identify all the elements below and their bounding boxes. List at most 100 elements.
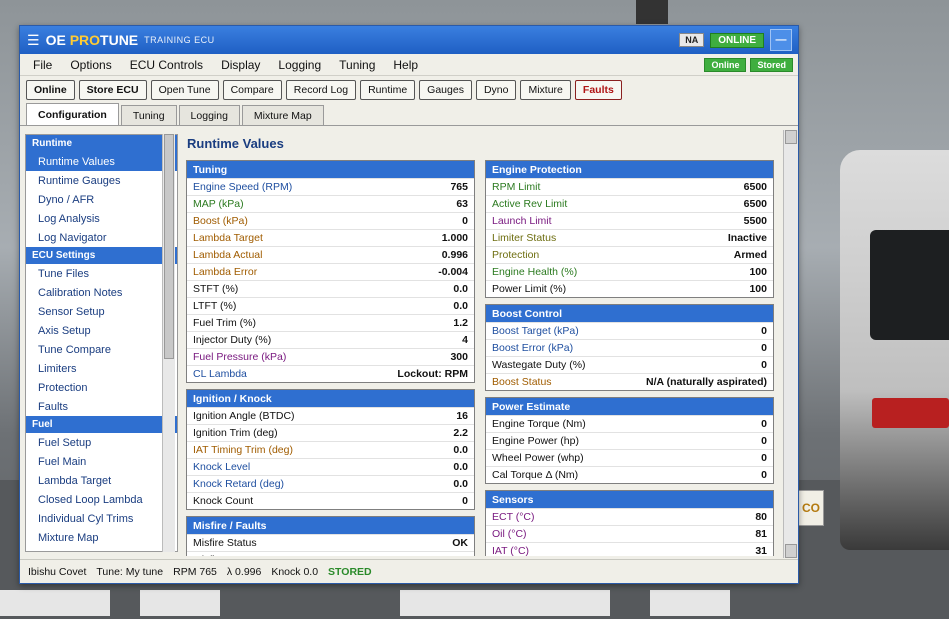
menu-file[interactable]: File xyxy=(24,58,61,72)
status-knock: Knock 0.0 xyxy=(271,565,319,578)
sidebar-item-axis-setup[interactable]: Axis Setup xyxy=(26,321,177,340)
menu-help[interactable]: Help xyxy=(384,58,427,72)
mixture-button[interactable]: Mixture xyxy=(520,80,571,100)
dyno-button[interactable]: Dyno xyxy=(475,80,517,100)
sidebar-item-individual-cyl-trims[interactable]: Individual Cyl Trims xyxy=(26,509,177,528)
value-label: Fuel Pressure (kPa) xyxy=(193,351,287,363)
sidebar-item-log-analysis[interactable]: Log Analysis xyxy=(26,209,177,228)
sidebar-scrollbar[interactable] xyxy=(162,134,175,552)
panel-header: Misfire / Faults xyxy=(187,517,474,534)
menu-ecu-controls[interactable]: ECU Controls xyxy=(121,58,212,72)
sidebar-item-fuel-main[interactable]: Fuel Main xyxy=(26,452,177,471)
sidebar-item-runtime-values[interactable]: Runtime Values xyxy=(26,152,177,171)
sidebar-item-protection[interactable]: Protection xyxy=(26,378,177,397)
value-row-knock-count: Knock Count 0 xyxy=(187,492,474,509)
value-label: Knock Count xyxy=(193,495,254,507)
value-label: LTFT (%) xyxy=(193,300,237,312)
record-log-button[interactable]: Record Log xyxy=(285,80,357,100)
road-stripe xyxy=(650,590,730,616)
value-label: Ignition Angle (BTDC) xyxy=(193,410,295,422)
car-tail-light xyxy=(872,398,949,428)
sidebar-item-calibration-notes[interactable]: Calibration Notes xyxy=(26,283,177,302)
value-label: Wheel Power (whp) xyxy=(492,452,584,464)
runtime-button[interactable]: Runtime xyxy=(360,80,416,100)
sidebar-item-log-navigator[interactable]: Log Navigator xyxy=(26,228,177,247)
menu-tuning[interactable]: Tuning xyxy=(330,58,384,72)
value-label: Fuel Trim (%) xyxy=(193,317,256,329)
value-row-launch-limit: Launch Limit 5500 xyxy=(486,212,773,229)
value-reading: 300 xyxy=(450,351,468,363)
value-reading: 1.000 xyxy=(441,232,468,244)
store-ecu-button[interactable]: Store ECU xyxy=(78,80,147,100)
value-reading: 0 xyxy=(462,554,468,556)
sidebar-section-ecu-settings[interactable]: ECU Settings xyxy=(26,247,177,264)
sidebar-item-lambda-target[interactable]: Lambda Target xyxy=(26,471,177,490)
value-reading: 0.0 xyxy=(453,300,468,312)
panel-tuning: Tuning Engine Speed (RPM) 765 MAP (kPa) 63 Bo… xyxy=(186,160,475,383)
sidebar-item-faults[interactable]: Faults xyxy=(26,397,177,416)
status-tune: Tune: My tune xyxy=(96,565,164,578)
sidebar-item-runtime-gauges[interactable]: Runtime Gauges xyxy=(26,171,177,190)
value-reading: 4 xyxy=(462,334,468,346)
value-reading: 0 xyxy=(761,469,767,481)
minimize-button[interactable]: — xyxy=(770,29,792,51)
value-reading: 0.996 xyxy=(441,249,468,261)
value-row-ignition-angle-btdc: Ignition Angle (BTDC) 16 xyxy=(187,407,474,424)
menu-logging[interactable]: Logging xyxy=(269,58,330,72)
value-label: Lambda Actual xyxy=(193,249,263,261)
sidebar-section-fuel[interactable]: Fuel xyxy=(26,416,177,433)
sidebar-item-dyno-afr[interactable]: Dyno / AFR xyxy=(26,190,177,209)
sidebar-item-limiters[interactable]: Limiters xyxy=(26,359,177,378)
hamburger-icon[interactable]: ☰ xyxy=(27,32,40,49)
value-label: RPM Limit xyxy=(492,181,541,193)
sidebar-item-closed-loop-lambda[interactable]: Closed Loop Lambda xyxy=(26,490,177,509)
value-row-engine-power-hp: Engine Power (hp) 0 xyxy=(486,432,773,449)
tab-mixture-map[interactable]: Mixture Map xyxy=(241,105,324,125)
gauges-button[interactable]: Gauges xyxy=(419,80,472,100)
tab-configuration[interactable]: Configuration xyxy=(26,103,119,125)
value-reading: 0.0 xyxy=(453,444,468,456)
sidebar-item-tune-files[interactable]: Tune Files xyxy=(26,264,177,283)
value-label: Misfire Count xyxy=(193,554,255,556)
value-label: Lambda Target xyxy=(193,232,263,244)
sidebar-section-runtime[interactable]: Runtime xyxy=(26,135,177,152)
tab-tuning[interactable]: Tuning xyxy=(120,105,177,125)
menu-display[interactable]: Display xyxy=(212,58,269,72)
value-label: IAT (°C) xyxy=(492,545,530,556)
title-bar[interactable]: ☰ OE PROTUNE TRAINING ECU NA ONLINE — xyxy=(20,26,798,54)
sidebar-item-fuel-setup[interactable]: Fuel Setup xyxy=(26,433,177,452)
sidebar-item-sensor-setup[interactable]: Sensor Setup xyxy=(26,302,177,321)
panel-boost-control: Boost Control Boost Target (kPa) 0 Boost Er… xyxy=(485,304,774,391)
ecu-window: ☰ OE PROTUNE TRAINING ECU NA ONLINE — Fi… xyxy=(19,25,799,584)
panel-header: Power Estimate xyxy=(486,398,773,415)
panel-header: Engine Protection xyxy=(486,161,773,178)
compare-button[interactable]: Compare xyxy=(222,80,282,100)
value-reading: 0 xyxy=(462,495,468,507)
value-label: Engine Speed (RPM) xyxy=(193,181,293,193)
value-reading: 81 xyxy=(755,528,767,540)
panel-header: Tuning xyxy=(187,161,474,178)
sidebar-item-mixture-map[interactable]: Mixture Map xyxy=(26,528,177,547)
value-reading: 100 xyxy=(749,283,767,295)
tab-logging[interactable]: Logging xyxy=(178,105,240,125)
menu-options[interactable]: Options xyxy=(61,58,120,72)
sidebar-scroll-thumb[interactable] xyxy=(164,134,174,359)
value-row-knock-retard-deg: Knock Retard (deg) 0.0 xyxy=(187,475,474,492)
value-reading: OK xyxy=(452,537,468,549)
faults-button[interactable]: Faults xyxy=(574,80,622,100)
value-label: MAP (kPa) xyxy=(193,198,244,210)
value-row-power-limit: Power Limit (%) 100 xyxy=(486,280,773,297)
sidebar-item-tune-compare[interactable]: Tune Compare xyxy=(26,340,177,359)
value-label: Boost Status xyxy=(492,376,552,388)
panel-sensors: Sensors ECT (°C) 80 Oil (°C) 81 IAT (°C) 31 xyxy=(485,490,774,556)
scroll-down-thumb[interactable] xyxy=(785,544,797,558)
menu-bar: File Options ECU Controls Display Logging Tun… xyxy=(20,54,798,76)
value-reading: 0.0 xyxy=(453,461,468,473)
value-reading: 0.0 xyxy=(453,283,468,295)
content-scrollbar[interactable] xyxy=(783,130,798,558)
scroll-up-thumb[interactable] xyxy=(785,130,797,144)
value-reading: 765 xyxy=(450,181,468,193)
online-button[interactable]: Online xyxy=(26,80,75,100)
value-row-iat-timing-trim-deg: IAT Timing Trim (deg) 0.0 xyxy=(187,441,474,458)
open-tune-button[interactable]: Open Tune xyxy=(150,80,219,100)
